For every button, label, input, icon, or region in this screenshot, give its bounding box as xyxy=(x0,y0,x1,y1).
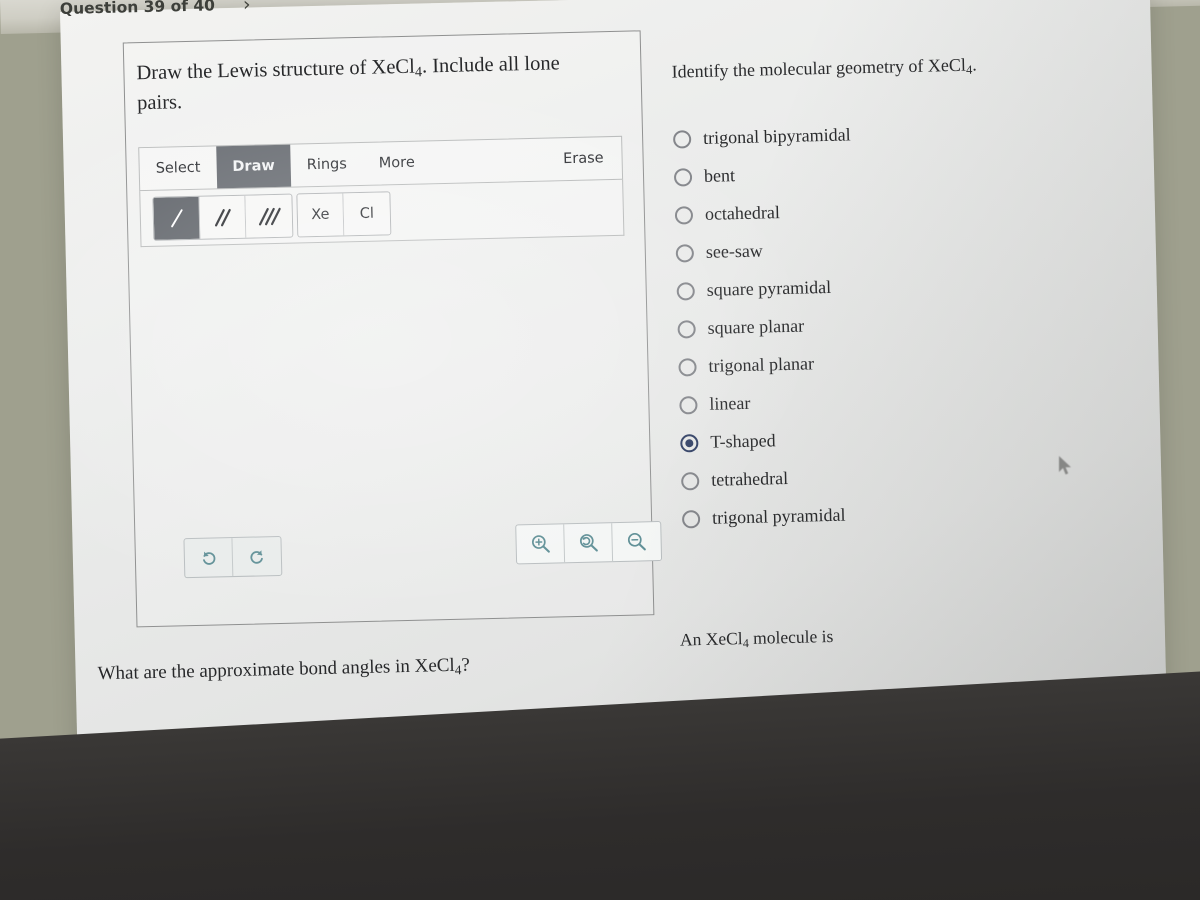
element-button-cl[interactable]: Cl xyxy=(343,192,391,236)
option-label: square pyramidal xyxy=(706,277,832,301)
question-counter-label: Question 39 of 40 xyxy=(59,0,216,18)
element-button-xe[interactable]: Xe xyxy=(297,193,345,237)
triple-bond-button[interactable] xyxy=(245,194,293,238)
double-bond-button[interactable] xyxy=(199,195,247,239)
option-label: T-shaped xyxy=(710,430,776,453)
editor-tool-row-secondary: Xe Cl xyxy=(139,179,625,248)
next-question-chevron-icon[interactable]: › xyxy=(243,0,251,16)
radio-icon-selected[interactable] xyxy=(680,433,699,453)
option-label: square planar xyxy=(707,315,805,339)
lewis-prompt-text-1: Draw the Lewis structure of XeCl xyxy=(136,55,416,85)
radio-icon[interactable] xyxy=(681,509,701,529)
tab-more[interactable]: More xyxy=(362,141,431,185)
erase-button[interactable]: Erase xyxy=(545,137,622,181)
option-label: trigonal pyramidal xyxy=(711,505,846,529)
radio-icon[interactable] xyxy=(675,244,695,263)
radio-icon[interactable] xyxy=(674,206,694,225)
geometry-prompt-text-2: . xyxy=(971,54,977,75)
geometry-options-list: trigonal bipyramidal bent octahedral see… xyxy=(672,110,1113,538)
option-label: trigonal planar xyxy=(708,353,815,377)
radio-icon[interactable] xyxy=(681,471,700,491)
undo-icon[interactable] xyxy=(184,538,234,578)
radio-icon[interactable] xyxy=(677,320,696,339)
lewis-structure-editor-card: Draw the Lewis structure of XeCl4. Inclu… xyxy=(122,30,663,628)
option-label: see-saw xyxy=(705,240,764,263)
zoom-in-icon[interactable] xyxy=(516,524,566,564)
editor-inner-frame: Draw the Lewis structure of XeCl4. Inclu… xyxy=(124,31,663,626)
photographed-screen: Question 39 of 40 › Draw the Lewis struc… xyxy=(0,0,1200,900)
geometry-question-block: Identify the molecular geometry of XeCl4… xyxy=(671,49,1112,538)
tab-draw[interactable]: Draw xyxy=(215,144,292,189)
option-label: bent xyxy=(703,165,736,187)
bond-type-palette xyxy=(152,193,294,241)
angle-prompt-text-2: ? xyxy=(461,654,471,676)
radio-icon[interactable] xyxy=(676,282,695,301)
radio-icon[interactable] xyxy=(678,357,697,377)
option-label: tetrahedral xyxy=(710,468,789,491)
undo-redo-group xyxy=(183,535,283,579)
option-label: octahedral xyxy=(704,202,781,225)
tab-select[interactable]: Select xyxy=(139,146,217,190)
lewis-structure-prompt: Draw the Lewis structure of XeCl4. Inclu… xyxy=(136,49,587,119)
geometry-prompt-text-1: Identify the molecular geometry of XeCl xyxy=(671,54,967,82)
single-bond-button[interactable] xyxy=(153,196,201,240)
tab-rings[interactable]: Rings xyxy=(290,143,363,187)
polarity-prompt-text-2: molecule is xyxy=(748,625,834,648)
element-palette: Xe Cl xyxy=(296,191,392,238)
zoom-out-icon[interactable] xyxy=(612,522,661,561)
radio-icon[interactable] xyxy=(673,168,693,187)
zoom-reset-icon[interactable] xyxy=(564,523,614,563)
redo-icon[interactable] xyxy=(232,537,281,576)
angle-prompt-text-1: What are the approximate bond angles in … xyxy=(97,654,455,685)
bond-angle-question-prompt: What are the approximate bond angles in … xyxy=(97,651,617,687)
mouse-cursor-icon xyxy=(1059,456,1071,475)
canvas-zoom-group xyxy=(515,520,663,565)
polarity-prompt-text-1: An XeCl xyxy=(679,628,743,650)
radio-icon[interactable] xyxy=(679,395,698,415)
geometry-question-prompt: Identify the molecular geometry of XeCl4… xyxy=(671,49,1102,86)
polarity-question-prompt: An XeCl4 molecule is xyxy=(680,620,1080,653)
radio-icon[interactable] xyxy=(672,130,692,149)
option-label: linear xyxy=(709,393,751,415)
option-label: trigonal bipyramidal xyxy=(702,124,851,149)
